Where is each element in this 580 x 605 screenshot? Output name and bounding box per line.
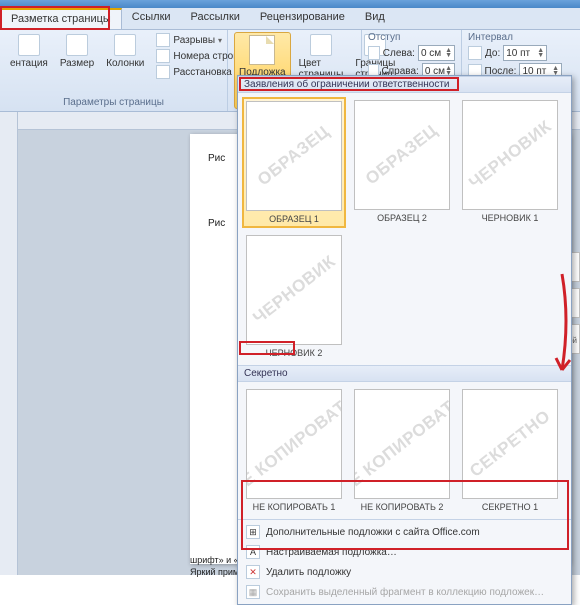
save-icon: ▦ (246, 585, 260, 599)
menu-more-office[interactable]: ⊞Дополнительные подложки с сайта Office.… (238, 522, 571, 542)
tab-mailings[interactable]: Рассылки (181, 8, 250, 29)
menu-custom-watermark[interactable]: AНастраиваемая подложка… (238, 542, 571, 562)
menu-save-selection: ▦Сохранить выделенный фрагмент в коллекц… (238, 582, 571, 602)
watermark-thumb[interactable]: ОБРАЗЕЦОБРАЗЕЦ 2 (350, 97, 454, 228)
window-titlebar (0, 0, 580, 8)
spacing-title: Интервал (468, 32, 562, 44)
size-button[interactable]: Размер (56, 32, 98, 97)
tab-review[interactable]: Рецензирование (250, 8, 355, 29)
watermark-thumb[interactable]: ОБРАЗЕЦОБРАЗЕЦ 1 (242, 97, 346, 228)
watermark-thumb[interactable]: СЕКРЕТНОСЕКРЕТНО 1 (458, 386, 562, 515)
watermark-gallery: Заявления об ограничении ответственности… (237, 75, 572, 605)
columns-button[interactable]: Колонки (102, 32, 148, 97)
orientation-button[interactable]: ентация (6, 32, 52, 97)
group-title-page-params: Параметры страницы (6, 97, 221, 109)
spacing-before-input[interactable]: 10 пт▲▼ (503, 45, 547, 61)
gallery-section-disclaimer: Заявления об ограничении ответственности (238, 76, 571, 93)
remove-icon: ✕ (246, 565, 260, 579)
indent-title: Отступ (368, 32, 455, 44)
ribbon-tabs: Разметка страницы Ссылки Рассылки Реценз… (0, 8, 580, 30)
indent-left-input[interactable]: 0 см▲▼ (418, 45, 455, 61)
page-icon (249, 35, 275, 65)
custom-icon: A (246, 545, 260, 559)
tab-links[interactable]: Ссылки (122, 8, 181, 29)
indent-left-icon (368, 46, 380, 60)
office-icon: ⊞ (246, 525, 260, 539)
gallery-menu: ⊞Дополнительные подложки с сайта Office.… (238, 519, 571, 604)
watermark-thumb[interactable]: ЧЕРНОВИКЧЕРНОВИК 2 (242, 232, 346, 361)
vertical-ruler[interactable] (0, 112, 18, 575)
menu-remove-watermark[interactable]: ✕Удалить подложку (238, 562, 571, 582)
watermark-thumb[interactable]: ЧЕРНОВИКЧЕРНОВИК 1 (458, 97, 562, 228)
watermark-thumb[interactable]: НЕ КОПИРОВАТЬНЕ КОПИРОВАТЬ 2 (350, 386, 454, 515)
watermark-thumb[interactable]: НЕ КОПИРОВАТЬНЕ КОПИРОВАТЬ 1 (242, 386, 346, 515)
tab-view[interactable]: Вид (355, 8, 395, 29)
spacing-before-icon (468, 46, 482, 60)
gallery-section-secret: Секретно (238, 365, 571, 382)
tab-page-layout[interactable]: Разметка страницы (0, 8, 122, 29)
